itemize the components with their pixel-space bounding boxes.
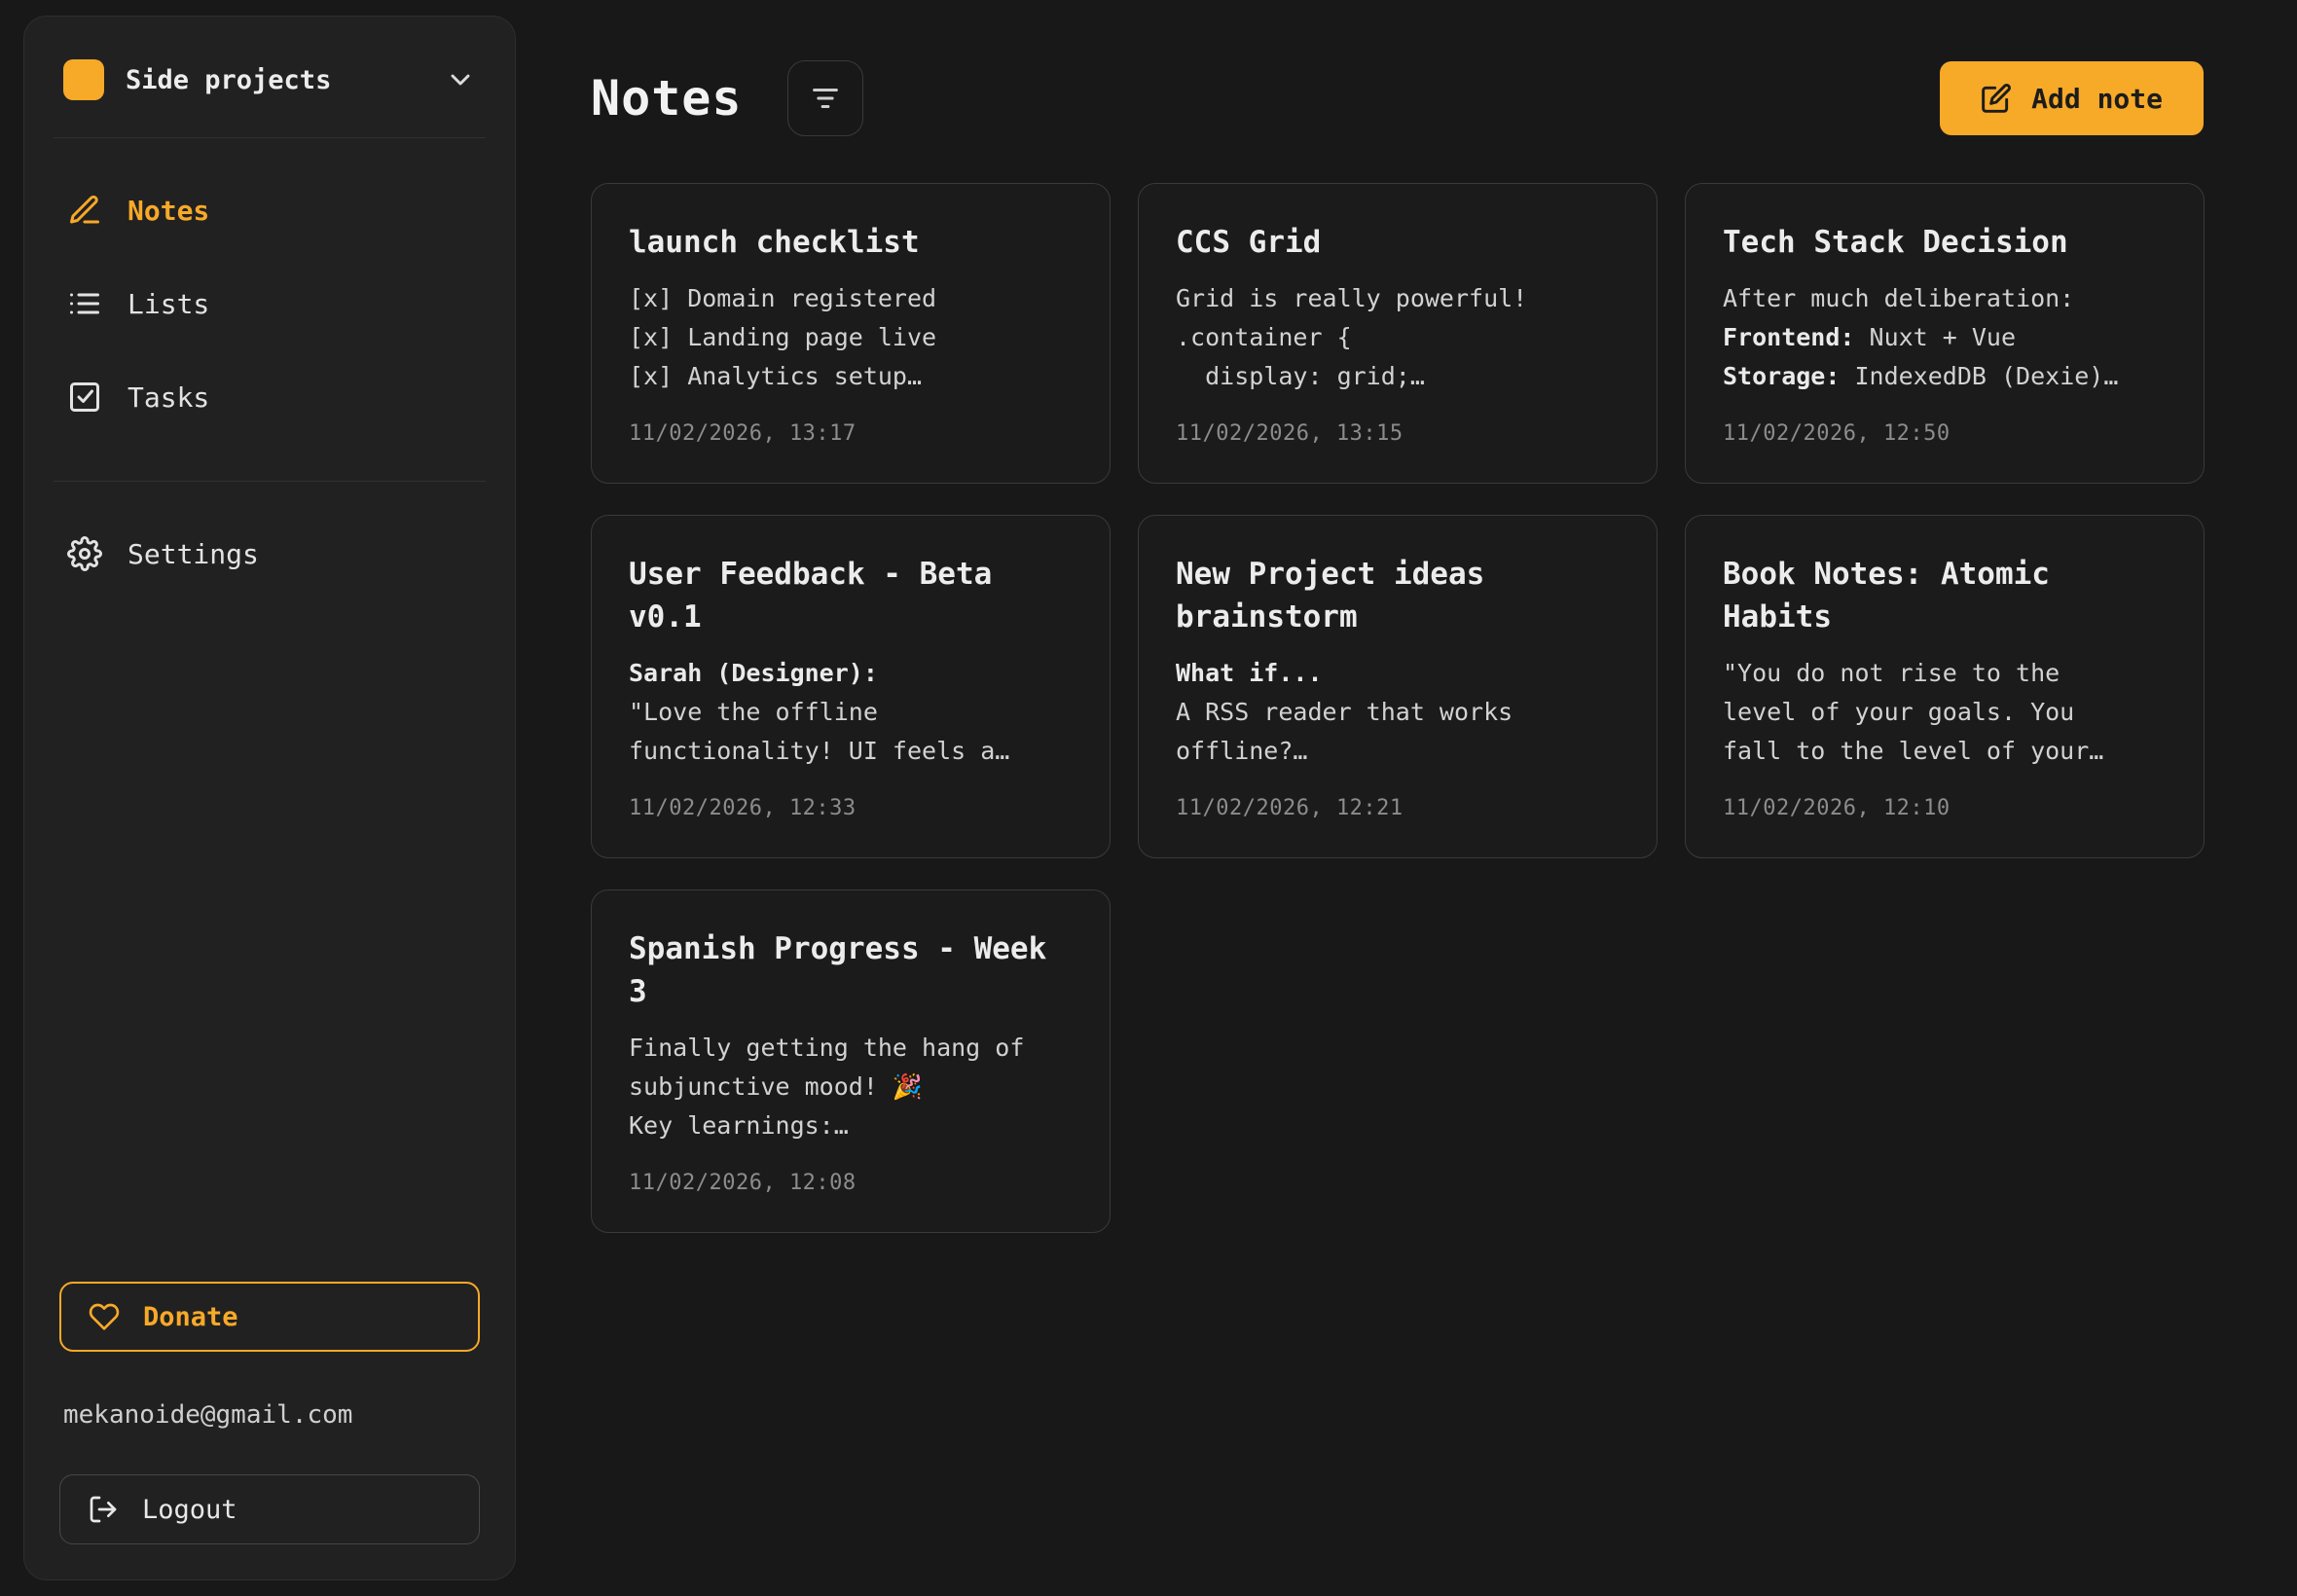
add-note-label: Add note [2031, 83, 2163, 115]
note-card[interactable]: Book Notes: Atomic Habits "You do not ri… [1685, 515, 2205, 858]
sidebar-item-label: Tasks [128, 381, 209, 414]
note-date: 11/02/2026, 12:08 [629, 1145, 1073, 1195]
note-title: User Feedback - Beta v0.1 [629, 553, 1073, 638]
note-title: launch checklist [629, 221, 1073, 264]
note-card[interactable]: Tech Stack Decision After much deliberat… [1685, 183, 2205, 484]
note-body: What if...A RSS reader that worksoffline… [1176, 654, 1620, 771]
note-card[interactable]: User Feedback - Beta v0.1 Sarah (Designe… [591, 515, 1111, 858]
sidebar-settings-section: Settings [59, 482, 480, 600]
note-title: New Project ideas brainstorm [1176, 553, 1620, 638]
logout-icon [88, 1494, 119, 1525]
page-title: Notes [591, 70, 743, 127]
note-title: Tech Stack Decision [1723, 221, 2167, 264]
note-title: CCS Grid [1176, 221, 1620, 264]
sidebar-item-label: Notes [128, 195, 209, 227]
sidebar-nav: Notes Lists Tasks [59, 138, 480, 448]
logout-button[interactable]: Logout [59, 1474, 480, 1544]
note-date: 11/02/2026, 12:10 [1723, 771, 2167, 820]
add-note-button[interactable]: Add note [1940, 61, 2204, 135]
note-card[interactable]: Spanish Progress - Week 3 Finally gettin… [591, 889, 1111, 1233]
note-card[interactable]: CCS Grid Grid is really powerful!.contai… [1138, 183, 1658, 484]
workspace-color-swatch [63, 59, 104, 100]
note-card[interactable]: launch checklist [x] Domain registered[x… [591, 183, 1111, 484]
note-title: Book Notes: Atomic Habits [1723, 553, 2167, 638]
note-body: "You do not rise to thelevel of your goa… [1723, 654, 2167, 771]
sidebar-item-label: Settings [128, 538, 259, 570]
donate-button[interactable]: Donate [59, 1282, 480, 1352]
list-icon [67, 286, 102, 321]
sidebar-item-lists[interactable]: Lists [59, 257, 480, 350]
filter-icon [809, 82, 842, 115]
main-content: Notes Add note launch checklist [x] Doma… [591, 0, 2204, 1233]
note-date: 11/02/2026, 13:15 [1176, 396, 1620, 446]
workspace-switcher[interactable]: Side projects [59, 55, 480, 104]
chevron-down-icon [445, 64, 476, 95]
user-email: mekanoide@gmail.com [59, 1400, 480, 1430]
heart-icon [89, 1301, 120, 1332]
note-date: 11/02/2026, 12:33 [629, 771, 1073, 820]
note-date: 11/02/2026, 12:50 [1723, 396, 2167, 446]
gear-icon [67, 536, 102, 571]
note-body: [x] Domain registered[x] Landing page li… [629, 279, 1073, 396]
sidebar: Side projects Notes Lists Tasks [23, 16, 516, 1580]
note-card[interactable]: New Project ideas brainstorm What if...A… [1138, 515, 1658, 858]
checkbox-icon [67, 380, 102, 415]
filter-button[interactable] [787, 60, 863, 136]
note-title: Spanish Progress - Week 3 [629, 927, 1073, 1013]
sidebar-spacer [59, 600, 480, 1282]
pencil-icon [67, 193, 102, 228]
sidebar-item-label: Lists [128, 288, 209, 320]
logout-label: Logout [142, 1495, 237, 1525]
note-body: Grid is really powerful!.container { dis… [1176, 279, 1620, 396]
note-body: After much deliberation:Frontend: Nuxt +… [1723, 279, 2167, 396]
notes-grid: launch checklist [x] Domain registered[x… [591, 183, 2204, 1233]
note-body: Sarah (Designer):"Love the offlinefuncti… [629, 654, 1073, 771]
main-header: Notes Add note [591, 60, 2204, 136]
note-date: 11/02/2026, 12:21 [1176, 771, 1620, 820]
edit-icon [1981, 83, 2012, 114]
note-date: 11/02/2026, 13:17 [629, 396, 1073, 446]
sidebar-item-tasks[interactable]: Tasks [59, 350, 480, 444]
donate-label: Donate [143, 1302, 238, 1332]
sidebar-item-notes[interactable]: Notes [59, 163, 480, 257]
sidebar-item-settings[interactable]: Settings [59, 507, 480, 600]
workspace-name: Side projects [126, 65, 331, 95]
note-body: Finally getting the hang ofsubjunctive m… [629, 1029, 1073, 1145]
